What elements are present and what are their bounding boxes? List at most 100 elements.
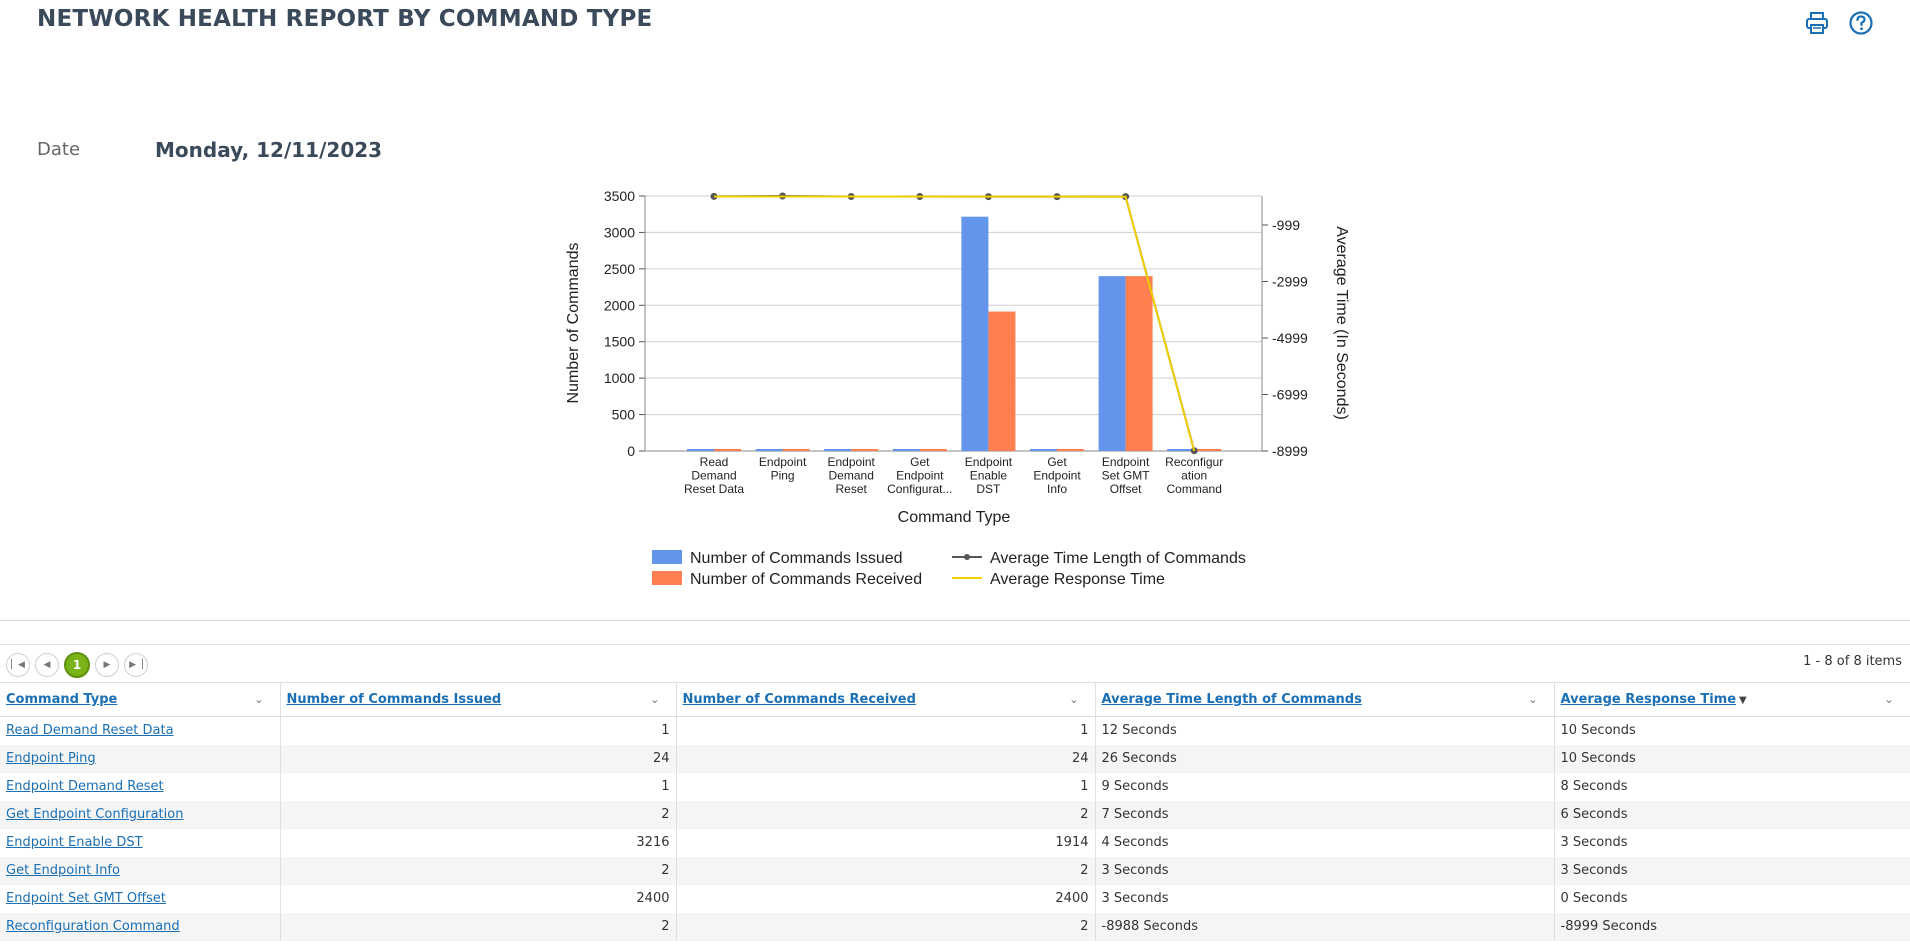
first-page-icon[interactable]: ▏◀: [6, 653, 30, 677]
bar-received: [782, 449, 810, 451]
chevron-down-icon[interactable]: ⌄: [1884, 693, 1893, 706]
y-tick-label: 2000: [604, 297, 635, 313]
command-type-link[interactable]: Endpoint Demand Reset: [6, 779, 164, 794]
cell-commands-received: 2: [676, 856, 1096, 885]
last-page-icon[interactable]: ▶▕: [124, 653, 148, 677]
cell-average-response-time: 6 Seconds: [1554, 800, 1910, 829]
table-row: Endpoint Demand Reset 1 1 9 Seconds 8 Second…: [0, 772, 1910, 801]
sort-link-commands-issued[interactable]: Number of Commands Issued: [287, 692, 502, 707]
bar-issued: [1030, 449, 1057, 451]
results-table: Command Type ⌄ Number of Commands Issued…: [0, 682, 1910, 941]
prev-page-icon[interactable]: ◀: [35, 653, 59, 677]
cell-command-type: Get Endpoint Info: [0, 856, 281, 885]
bar-issued: [1167, 449, 1195, 451]
y-tick-label: 3500: [604, 188, 635, 204]
y2-tick-label: -2999: [1272, 273, 1308, 289]
bar-issued: [687, 449, 714, 451]
column-header-commands-received: Number of Commands Received ⌄: [676, 682, 1096, 717]
sort-link-commands-received[interactable]: Number of Commands Received: [683, 692, 916, 707]
sort-desc-icon: ▼: [1739, 695, 1747, 706]
command-type-link[interactable]: Get Endpoint Configuration: [6, 807, 183, 822]
legend-label: Number of Commands Issued: [690, 550, 903, 567]
bar-issued: [1098, 276, 1126, 451]
command-type-link[interactable]: Reconfiguration Command: [6, 919, 180, 934]
command-type-link[interactable]: Get Endpoint Info: [6, 863, 120, 878]
cell-command-type: Read Demand Reset Data: [0, 716, 281, 745]
x-tick-label: Get: [910, 455, 930, 469]
cell-commands-issued: 24: [280, 744, 677, 773]
x-tick-label: Enable: [970, 469, 1008, 483]
x-tick-label: Reconfigur: [1165, 455, 1223, 469]
cell-command-type: Endpoint Demand Reset: [0, 772, 281, 801]
legend-label: Average Time Length of Commands: [990, 550, 1246, 567]
bar-received: [851, 449, 879, 451]
y2-tick-label: -6999: [1272, 386, 1308, 402]
x-tick-label: Set GMT: [1102, 469, 1151, 483]
table-row: Get Endpoint Info 2 2 3 Seconds 3 Seconds: [0, 856, 1910, 885]
cell-commands-received: 2400: [676, 884, 1096, 913]
command-type-link[interactable]: Endpoint Set GMT Offset: [6, 891, 166, 906]
x-tick-label: Demand: [829, 469, 874, 483]
cell-average-time-length: -8988 Seconds: [1095, 912, 1555, 941]
table-row: Endpoint Set GMT Offset 2400 2400 3 Seconds…: [0, 884, 1910, 913]
items-count: 1 - 8 of 8 items: [1803, 654, 1902, 669]
cell-average-response-time: 3 Seconds: [1554, 828, 1910, 857]
sort-link-command-type[interactable]: Command Type: [6, 692, 117, 707]
y-axis-title: Number of Commands: [565, 243, 582, 404]
table-row: Reconfiguration Command 2 2 -8988 Seconds -8…: [0, 912, 1910, 941]
legend-marker: [964, 554, 970, 560]
x-tick-label: Endpoint: [828, 455, 876, 469]
cell-average-time-length: 7 Seconds: [1095, 800, 1555, 829]
table-row: Endpoint Ping 24 24 26 Seconds 10 Seconds: [0, 744, 1910, 773]
x-tick-label: ation: [1181, 469, 1207, 483]
section-divider: [0, 620, 1910, 621]
y2-tick-label: -4999: [1272, 330, 1308, 346]
bar-received: [714, 449, 741, 451]
command-type-link[interactable]: Read Demand Reset Data: [6, 723, 174, 738]
legend-swatch: [652, 550, 682, 564]
y-tick-label: 2500: [604, 261, 635, 277]
cell-average-response-time: 10 Seconds: [1554, 716, 1910, 745]
bar-issued: [755, 449, 783, 451]
sort-link-average-time-length[interactable]: Average Time Length of Commands: [1102, 692, 1362, 707]
chevron-down-icon[interactable]: ⌄: [1528, 693, 1537, 706]
x-tick-label: Demand: [691, 469, 736, 483]
cell-average-time-length: 3 Seconds: [1095, 884, 1555, 913]
cell-commands-received: 2: [676, 800, 1096, 829]
chevron-down-icon[interactable]: ⌄: [650, 693, 659, 706]
y-tick-label: 500: [612, 407, 636, 423]
y2-tick-label: -8999: [1272, 443, 1308, 459]
cell-average-response-time: 8 Seconds: [1554, 772, 1910, 801]
bar-received: [1125, 276, 1153, 451]
next-page-icon[interactable]: ▶: [95, 653, 119, 677]
x-tick-label: Read: [700, 455, 729, 469]
cell-average-response-time: 0 Seconds: [1554, 884, 1910, 913]
cell-average-time-length: 26 Seconds: [1095, 744, 1555, 773]
cell-average-time-length: 12 Seconds: [1095, 716, 1555, 745]
x-tick-label: Get: [1047, 455, 1067, 469]
bar-received: [1057, 449, 1084, 451]
sort-link-average-response-time[interactable]: Average Response Time: [1561, 692, 1737, 707]
command-type-link[interactable]: Endpoint Enable DST: [6, 835, 143, 850]
chevron-down-icon[interactable]: ⌄: [1069, 693, 1078, 706]
column-header-average-response-time: Average Response Time ▼ ⌄: [1554, 682, 1910, 717]
y-tick-label: 0: [627, 443, 635, 459]
x-tick-label: Endpoint: [965, 455, 1013, 469]
cell-average-response-time: -8999 Seconds: [1554, 912, 1910, 941]
bar-received: [988, 311, 1016, 451]
grid-top-divider: [0, 644, 1910, 645]
command-type-link[interactable]: Endpoint Ping: [6, 751, 96, 766]
bar-received: [919, 449, 947, 451]
bar-issued: [824, 449, 852, 451]
cell-commands-received: 1: [676, 772, 1096, 801]
cell-average-time-length: 3 Seconds: [1095, 856, 1555, 885]
page-button-current[interactable]: 1: [64, 652, 90, 678]
cell-commands-issued: 1: [280, 772, 677, 801]
column-header-command-type: Command Type ⌄: [0, 682, 281, 717]
bar-received: [1194, 449, 1222, 451]
legend-label: Average Response Time: [990, 571, 1165, 588]
table-row: Read Demand Reset Data 1 1 12 Seconds 10 Sec…: [0, 716, 1910, 745]
chevron-down-icon[interactable]: ⌄: [254, 693, 263, 706]
y-tick-label: 1000: [604, 370, 635, 386]
table-row: Get Endpoint Configuration 2 2 7 Seconds 6 S…: [0, 800, 1910, 829]
